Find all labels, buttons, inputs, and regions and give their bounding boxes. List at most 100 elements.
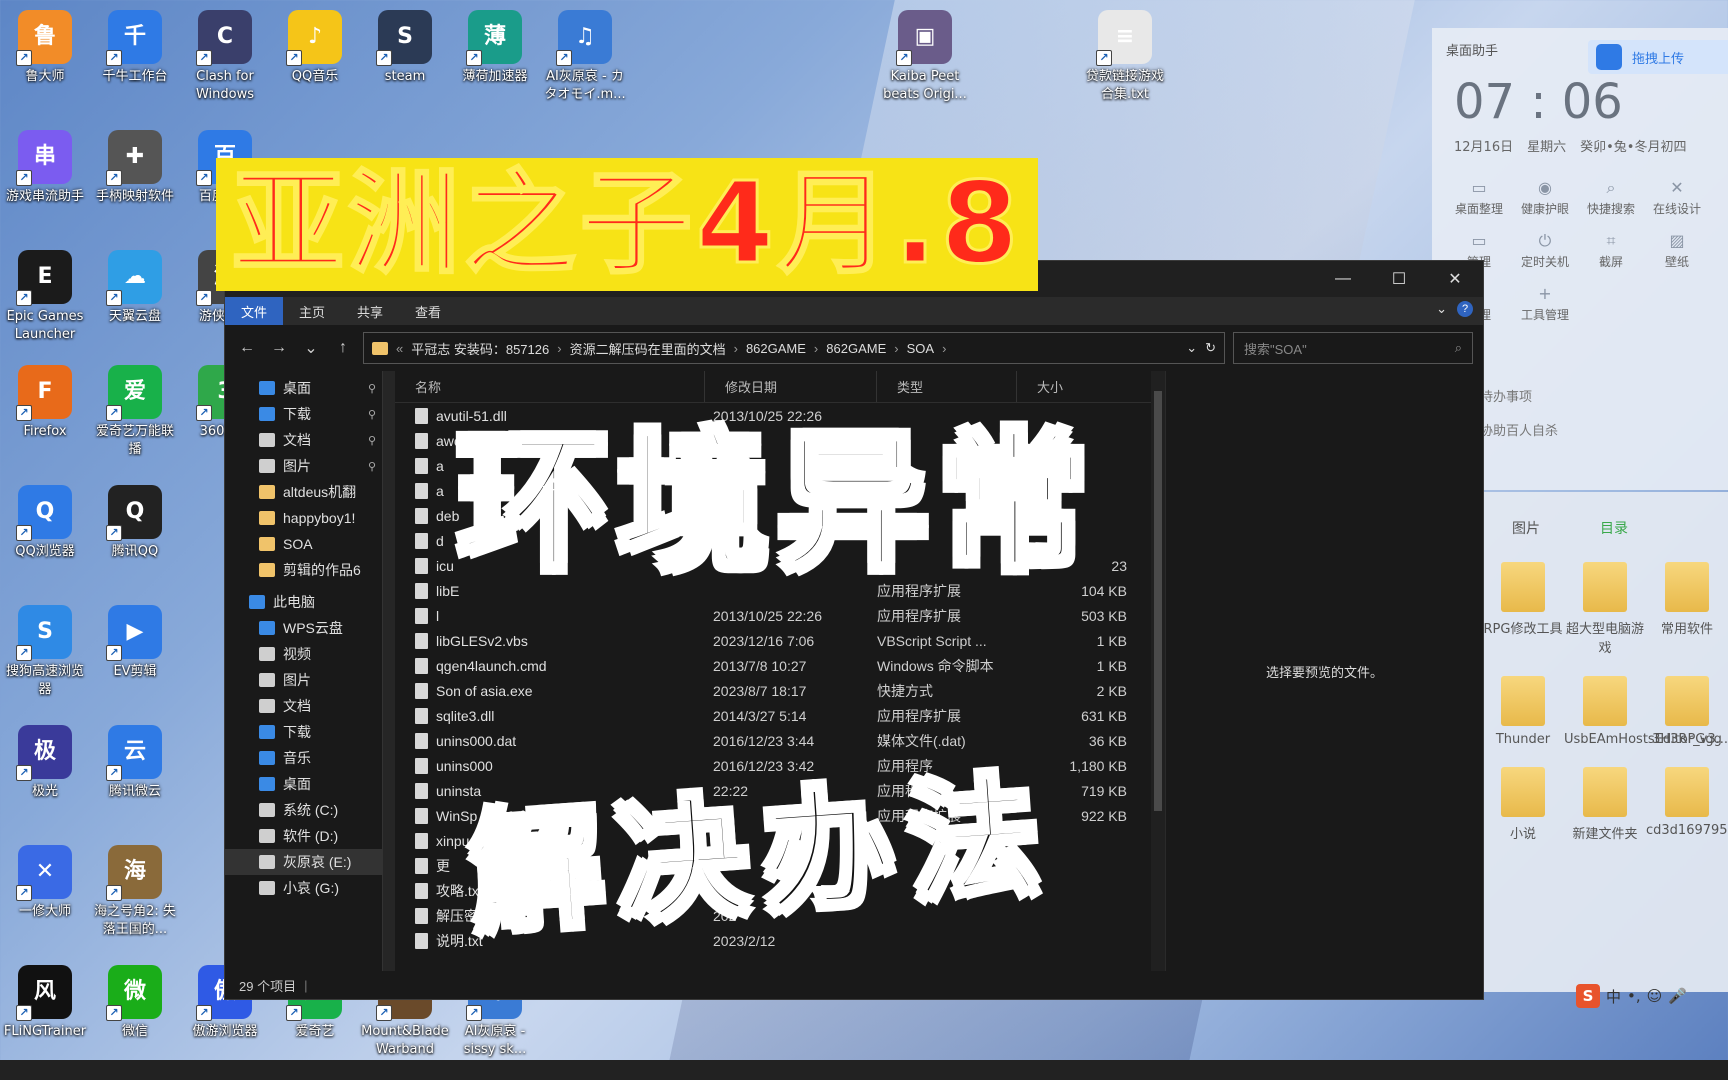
microphone-icon[interactable]: 🎤 xyxy=(1668,987,1687,1005)
this-pc-child-item[interactable]: 软件 (D:) xyxy=(225,823,382,849)
folder-shortcut[interactable]: 新建文件夹 xyxy=(1564,767,1646,842)
quick-access-item[interactable]: 图片 ⚲ xyxy=(225,453,382,479)
widget-tool[interactable]: ◉ 健康护眼 xyxy=(1512,178,1578,217)
desktop-icon[interactable]: 云 ↗ 腾讯微云 xyxy=(90,725,180,801)
address-bar[interactable]: « 平冠志 安装码：857126 › 资源二解压码在里面的文档 › 862GAM… xyxy=(363,332,1225,364)
folder-shortcut[interactable]: 超大型电脑游戏 xyxy=(1564,562,1646,656)
desktop-icon[interactable]: 风 ↗ FLiNGTrainer xyxy=(0,965,90,1041)
desktop-icon[interactable]: ▶ ↗ EV剪辑 xyxy=(90,605,180,681)
breadcrumb-item[interactable]: 862GAME xyxy=(826,341,886,356)
chevron-down-icon[interactable]: ⌄ xyxy=(1436,301,1447,317)
desktop-icon[interactable]: 千 ↗ 千牛工作台 xyxy=(90,10,180,86)
folder-shortcut[interactable]: 3H3RPGgg xyxy=(1646,676,1728,747)
ime-mode[interactable]: 中 xyxy=(1606,986,1621,1007)
minimize-icon[interactable]: — xyxy=(1315,261,1371,297)
quick-access-item[interactable]: altdeus机翻 xyxy=(225,479,382,505)
folder-shortcut[interactable]: UsbEAmHostsEditor_v3... xyxy=(1564,676,1728,747)
close-icon[interactable]: ✕ xyxy=(1427,261,1483,297)
folder-shortcut[interactable]: RPG修改工具 xyxy=(1482,562,1564,656)
file-row[interactable]: qgen4launch.cmd 2013/7/8 10:27 Windows 命令脚… xyxy=(395,653,1151,678)
quick-access-item[interactable]: SOA xyxy=(225,531,382,557)
breadcrumb-item[interactable]: 资源二解压码在里面的文档 xyxy=(570,339,726,358)
desktop-icon[interactable]: ✕ ↗ 一修大师 xyxy=(0,845,90,921)
tab-home[interactable]: 主页 xyxy=(283,297,341,325)
emoji-icon[interactable]: ☺ xyxy=(1647,987,1663,1005)
tab-file[interactable]: 文件 xyxy=(225,297,284,325)
widget-tool[interactable]: ⌕ 快捷搜索 xyxy=(1578,178,1644,217)
this-pc-child-item[interactable]: 桌面 xyxy=(225,771,382,797)
refresh-icon[interactable]: ↻ xyxy=(1205,340,1216,356)
file-row[interactable]: l 2013/10/25 22:26 应用程序扩展 503 KB xyxy=(395,603,1151,628)
this-pc-child-item[interactable]: 文档 xyxy=(225,693,382,719)
quick-access-item[interactable]: 剪辑的作品6 xyxy=(225,557,382,583)
desktop-icon[interactable]: S ↗ 搜狗高速浏览器 xyxy=(0,605,90,698)
this-pc-child-item[interactable]: 灰原哀 (E:) xyxy=(225,849,382,875)
widget-tool[interactable]: ✕ 在线设计 xyxy=(1644,178,1710,217)
this-pc-child-item[interactable]: 小哀 (G:) xyxy=(225,875,382,901)
desktop-icon[interactable]: 薄 ↗ 薄荷加速器 xyxy=(450,10,540,86)
desktop-icon[interactable]: 鲁 ↗ 鲁大师 xyxy=(0,10,90,86)
folder-shortcut[interactable]: 小说 xyxy=(1482,767,1564,842)
widget-tool[interactable]: + 工具管理 xyxy=(1512,284,1578,323)
sogou-ime-icon[interactable]: S xyxy=(1576,984,1600,1008)
breadcrumb-item[interactable]: 862GAME xyxy=(746,341,806,356)
desktop-icon[interactable]: ☁ ↗ 天翼云盘 xyxy=(90,250,180,326)
widget-tool[interactable]: ▨ 壁纸 xyxy=(1644,231,1710,270)
widget-tool[interactable]: ⌗ 截屏 xyxy=(1578,231,1644,270)
ime-toolbar[interactable]: S 中 •, ☺ 🎤 xyxy=(1576,984,1687,1008)
desktop-icon[interactable]: 串 ↗ 游戏串流助手 xyxy=(0,130,90,206)
nav-scrollbar[interactable] xyxy=(383,371,395,971)
desktop-icon[interactable]: ✚ ↗ 手柄映射软件 xyxy=(90,130,180,206)
this-pc-child-item[interactable]: 下载 xyxy=(225,719,382,745)
overflow-chevron-icon[interactable]: « xyxy=(396,341,403,356)
widget-tool[interactable]: ▭ 桌面整理 xyxy=(1446,178,1512,217)
up-arrow-icon[interactable]: ↑ xyxy=(331,336,355,360)
forward-arrow-icon[interactable]: → xyxy=(267,336,291,360)
desktop-icon[interactable]: 爱 ↗ 爱奇艺万能联播 xyxy=(90,365,180,458)
file-list-scrollbar[interactable] xyxy=(1151,371,1165,971)
file-row[interactable]: libGLESv2.vbs 2023/12/16 7:06 VBScript Scr… xyxy=(395,628,1151,653)
tab-directory[interactable]: 目录 xyxy=(1600,518,1628,538)
quick-access-item[interactable]: happyboy1! xyxy=(225,505,382,531)
folder-shortcut[interactable]: Thunder xyxy=(1482,676,1564,747)
help-icon[interactable]: ? xyxy=(1457,301,1473,317)
desktop-icon[interactable]: S ↗ steam xyxy=(360,10,450,86)
this-pc-child-item[interactable]: 系统 (C:) xyxy=(225,797,382,823)
desktop-icon[interactable]: ♫ ↗ AI灰原哀 - カタオモイ.m... xyxy=(540,10,630,103)
desktop-icon[interactable]: Q ↗ QQ浏览器 xyxy=(0,485,90,561)
search-input[interactable]: 搜索"SOA" ⌕ xyxy=(1233,332,1473,364)
scrollbar-thumb[interactable] xyxy=(1154,391,1162,811)
this-pc-child-item[interactable]: 音乐 xyxy=(225,745,382,771)
upload-button[interactable]: 拖拽上传 xyxy=(1588,40,1728,74)
desktop-icon[interactable]: ♪ ↗ QQ音乐 xyxy=(270,10,360,86)
this-pc-child-item[interactable]: 图片 xyxy=(225,667,382,693)
folder-shortcut[interactable]: cd3d1697959 xyxy=(1646,767,1728,842)
recent-chevron-icon[interactable]: ⌄ xyxy=(299,336,323,360)
desktop-icon[interactable]: Q ↗ 腾讯QQ xyxy=(90,485,180,561)
this-pc-item[interactable]: 此电脑 xyxy=(225,589,382,615)
quick-access-item[interactable]: 文档 ⚲ xyxy=(225,427,382,453)
file-row[interactable]: Son of asia.exe 2023/8/7 18:17 快捷方式 2 KB xyxy=(395,678,1151,703)
punctuation-icon[interactable]: •, xyxy=(1627,987,1641,1005)
breadcrumb-item[interactable]: SOA xyxy=(907,341,934,356)
tab-view[interactable]: 查看 xyxy=(399,297,457,325)
this-pc-child-item[interactable]: 视频 xyxy=(225,641,382,667)
desktop-icon[interactable]: 海 ↗ 海之号角2: 失落王国的... xyxy=(90,845,180,938)
breadcrumb-item[interactable]: 平冠志 安装码：857126 xyxy=(411,339,549,358)
desktop-icon[interactable]: ≡ ↗ 贷款链接游戏合集.txt xyxy=(1080,10,1170,103)
file-row[interactable]: sqlite3.dll 2014/3/27 5:14 应用程序扩展 631 KB xyxy=(395,703,1151,728)
widget-tool[interactable]: ⏻ 定时关机 xyxy=(1512,231,1578,270)
this-pc-child-item[interactable]: WPS云盘 xyxy=(225,615,382,641)
tab-share[interactable]: 共享 xyxy=(341,297,399,325)
desktop-icon[interactable]: 极 ↗ 极光 xyxy=(0,725,90,801)
desktop-icon[interactable]: C ↗ Clash for Windows xyxy=(180,10,270,103)
desktop-icon[interactable]: ▣ ↗ Kaiba Peet beats Origi... xyxy=(880,10,970,103)
back-arrow-icon[interactable]: ← xyxy=(235,336,259,360)
quick-access-item[interactable]: 桌面 ⚲ xyxy=(225,375,382,401)
desktop-icon[interactable]: 微 ↗ 微信 xyxy=(90,965,180,1041)
chevron-down-icon[interactable]: ⌄ xyxy=(1186,340,1197,356)
desktop-icon[interactable]: E ↗ Epic Games Launcher xyxy=(0,250,90,343)
folder-shortcut[interactable]: 常用软件 xyxy=(1646,562,1728,656)
tab-pictures[interactable]: 图片 xyxy=(1512,518,1540,538)
quick-access-item[interactable]: 下载 ⚲ xyxy=(225,401,382,427)
